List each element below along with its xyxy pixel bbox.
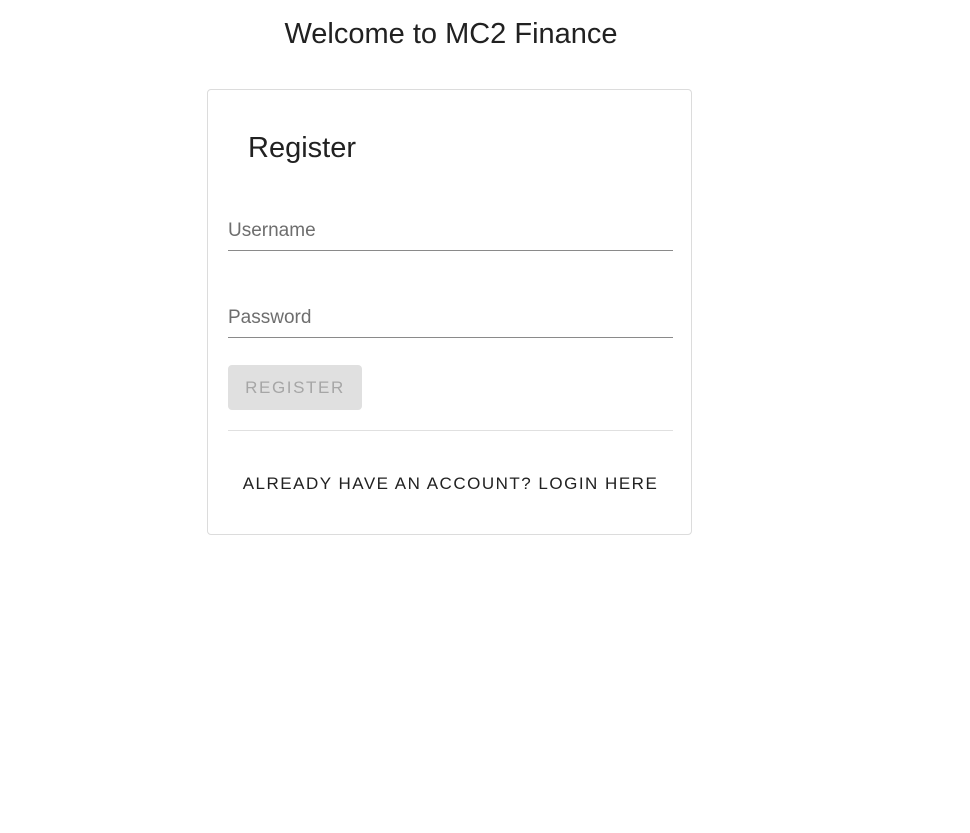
register-button[interactable]: REGISTER: [228, 365, 362, 410]
username-input[interactable]: [228, 211, 673, 251]
password-field: [228, 298, 673, 338]
password-input[interactable]: [228, 298, 673, 338]
card-title: Register: [248, 132, 356, 164]
login-link-button[interactable]: ALREADY HAVE AN ACCOUNT? LOGIN HERE: [228, 465, 673, 503]
register-card: Register REGISTER ALREADY HAVE AN ACCOUN…: [207, 89, 692, 535]
page-title: Welcome to MC2 Finance: [284, 18, 618, 50]
username-field: [228, 211, 673, 251]
divider: [228, 430, 673, 431]
